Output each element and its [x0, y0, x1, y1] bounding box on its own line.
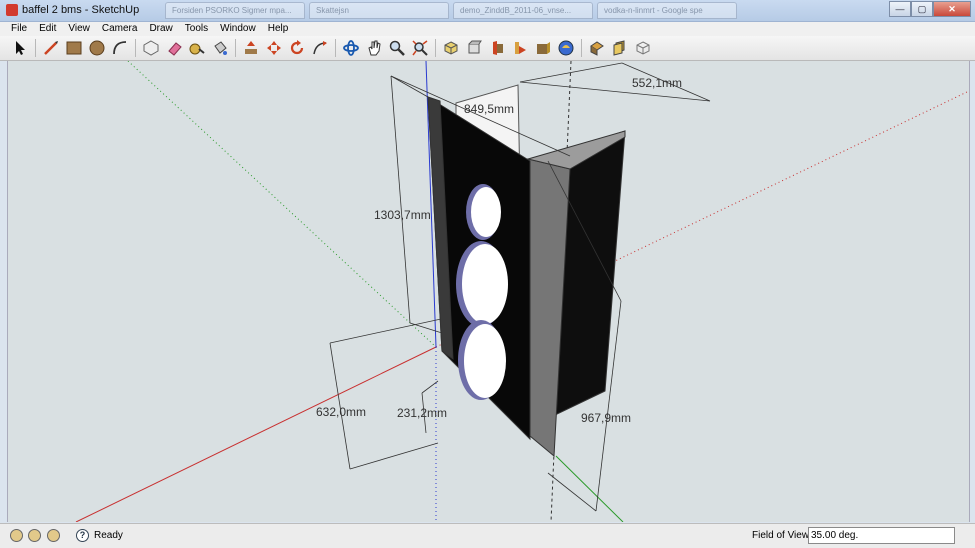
- follow-me-icon: [313, 41, 327, 55]
- title-bar: baffel 2 bms - SketchUp Forsiden PSORKO …: [0, 0, 975, 22]
- paint-bucket-icon: [214, 41, 227, 55]
- drawing-viewport[interactable]: 552,1mm 849,5mm 1303,7mm 632,0mm 231,2mm…: [7, 61, 970, 522]
- arc-icon: [113, 41, 127, 55]
- menu-bar: File Edit View Camera Draw Tools Window …: [0, 22, 975, 36]
- push-pull-icon: [245, 41, 257, 54]
- green-axis: [555, 455, 624, 522]
- menu-view[interactable]: View: [62, 22, 96, 36]
- xray-icon: [590, 41, 604, 56]
- measurements-input[interactable]: [808, 527, 955, 544]
- dimension-side-height-label: 967,9mm: [581, 411, 631, 425]
- close-button[interactable]: ✕: [933, 1, 971, 17]
- pan-icon: [368, 40, 381, 56]
- move-tool-button[interactable]: [264, 38, 284, 58]
- minimize-button[interactable]: —: [889, 1, 911, 17]
- select-tool-button[interactable]: [10, 38, 30, 58]
- credits-icon[interactable]: [28, 529, 41, 542]
- select-icon: [16, 41, 25, 55]
- menu-help[interactable]: Help: [262, 22, 295, 36]
- zoom-extents-icon: [412, 40, 428, 56]
- tape-measure-button[interactable]: [187, 38, 207, 58]
- circle-tool-button[interactable]: [87, 38, 107, 58]
- xray-button[interactable]: [587, 38, 607, 58]
- make-component-button[interactable]: [141, 38, 161, 58]
- background-tab[interactable]: Forsiden PSORKO Sigmer mpa...: [165, 2, 305, 19]
- orbit-tool-button[interactable]: [341, 38, 361, 58]
- push-pull-button[interactable]: [241, 38, 261, 58]
- top-view-icon: [468, 40, 482, 54]
- dimension-depth-label: 849,5mm: [464, 102, 514, 116]
- green-axis-dotted: [127, 61, 437, 348]
- right-view-icon: [515, 42, 526, 54]
- eraser-tool-button[interactable]: [164, 38, 184, 58]
- zoom-tool-button[interactable]: [387, 38, 407, 58]
- top-view-button[interactable]: [464, 38, 484, 58]
- window-controls: — ▢ ✕: [889, 1, 971, 17]
- help-icon[interactable]: ?: [76, 529, 89, 542]
- menu-window[interactable]: Window: [214, 22, 262, 36]
- back-view-button[interactable]: [533, 38, 553, 58]
- wireframe-icon: [636, 41, 650, 55]
- wireframe-button[interactable]: [633, 38, 653, 58]
- follow-me-button[interactable]: [310, 38, 330, 58]
- geo-location-icon[interactable]: [10, 529, 23, 542]
- line-tool-button[interactable]: [41, 38, 61, 58]
- sketchup-app-icon: [6, 4, 18, 16]
- orbit-icon: [343, 40, 359, 56]
- model-canvas[interactable]: 552,1mm 849,5mm 1303,7mm 632,0mm 231,2mm…: [8, 61, 969, 522]
- user-icon[interactable]: [47, 529, 60, 542]
- background-tab[interactable]: vodka-n-linmrt - Google spe: [597, 2, 737, 19]
- arc-tool-button[interactable]: [110, 38, 130, 58]
- dimension-hole-offset-label: 231,2mm: [397, 406, 447, 420]
- measurements-label: Field of View: [752, 530, 810, 541]
- paint-bucket-button[interactable]: [210, 38, 230, 58]
- back-edges-icon: [613, 40, 625, 56]
- main-toolbar: [0, 36, 975, 61]
- menu-camera[interactable]: Camera: [96, 22, 144, 36]
- dimension-height-label: 1303,7mm: [374, 208, 431, 222]
- front-view-icon: [493, 41, 503, 55]
- line-icon: [44, 41, 58, 55]
- background-tabs: Forsiden PSORKO Sigmer mpa... Skattejsn …: [165, 2, 737, 19]
- rectangle-icon: [66, 41, 82, 55]
- window-title: baffel 2 bms - SketchUp: [22, 4, 140, 16]
- pan-tool-button[interactable]: [364, 38, 384, 58]
- eraser-icon: [168, 42, 182, 56]
- iso-view-icon: [444, 41, 458, 55]
- iso-view-button[interactable]: [441, 38, 461, 58]
- menu-file[interactable]: File: [5, 22, 33, 36]
- maximize-button[interactable]: ▢: [911, 1, 933, 17]
- left-view-icon: [558, 40, 574, 56]
- rectangle-tool-button[interactable]: [64, 38, 84, 58]
- menu-draw[interactable]: Draw: [143, 22, 178, 36]
- status-text: Ready: [94, 530, 123, 541]
- move-icon: [267, 41, 281, 55]
- zoom-extents-button[interactable]: [410, 38, 430, 58]
- front-view-button[interactable]: [487, 38, 507, 58]
- right-view-button[interactable]: [510, 38, 530, 58]
- circle-icon: [89, 40, 105, 56]
- red-axis: [75, 346, 437, 522]
- tape-measure-icon: [189, 43, 205, 55]
- background-tab[interactable]: Skattejsn: [309, 2, 449, 19]
- back-edges-button[interactable]: [610, 38, 630, 58]
- back-view-icon: [537, 42, 550, 54]
- zoom-icon: [389, 40, 405, 56]
- rotate-icon: [290, 40, 304, 55]
- menu-edit[interactable]: Edit: [33, 22, 62, 36]
- status-bar: ? Ready Field of View: [0, 523, 975, 548]
- make-component-icon: [143, 40, 159, 56]
- dimension-lower-height-label: 632,0mm: [316, 405, 366, 419]
- menu-tools[interactable]: Tools: [179, 22, 214, 36]
- dimension-width-label: 552,1mm: [632, 76, 682, 90]
- background-tab[interactable]: demo_ZinddB_2011-06_vnse...: [453, 2, 593, 19]
- rotate-tool-button[interactable]: [287, 38, 307, 58]
- left-view-button[interactable]: [556, 38, 576, 58]
